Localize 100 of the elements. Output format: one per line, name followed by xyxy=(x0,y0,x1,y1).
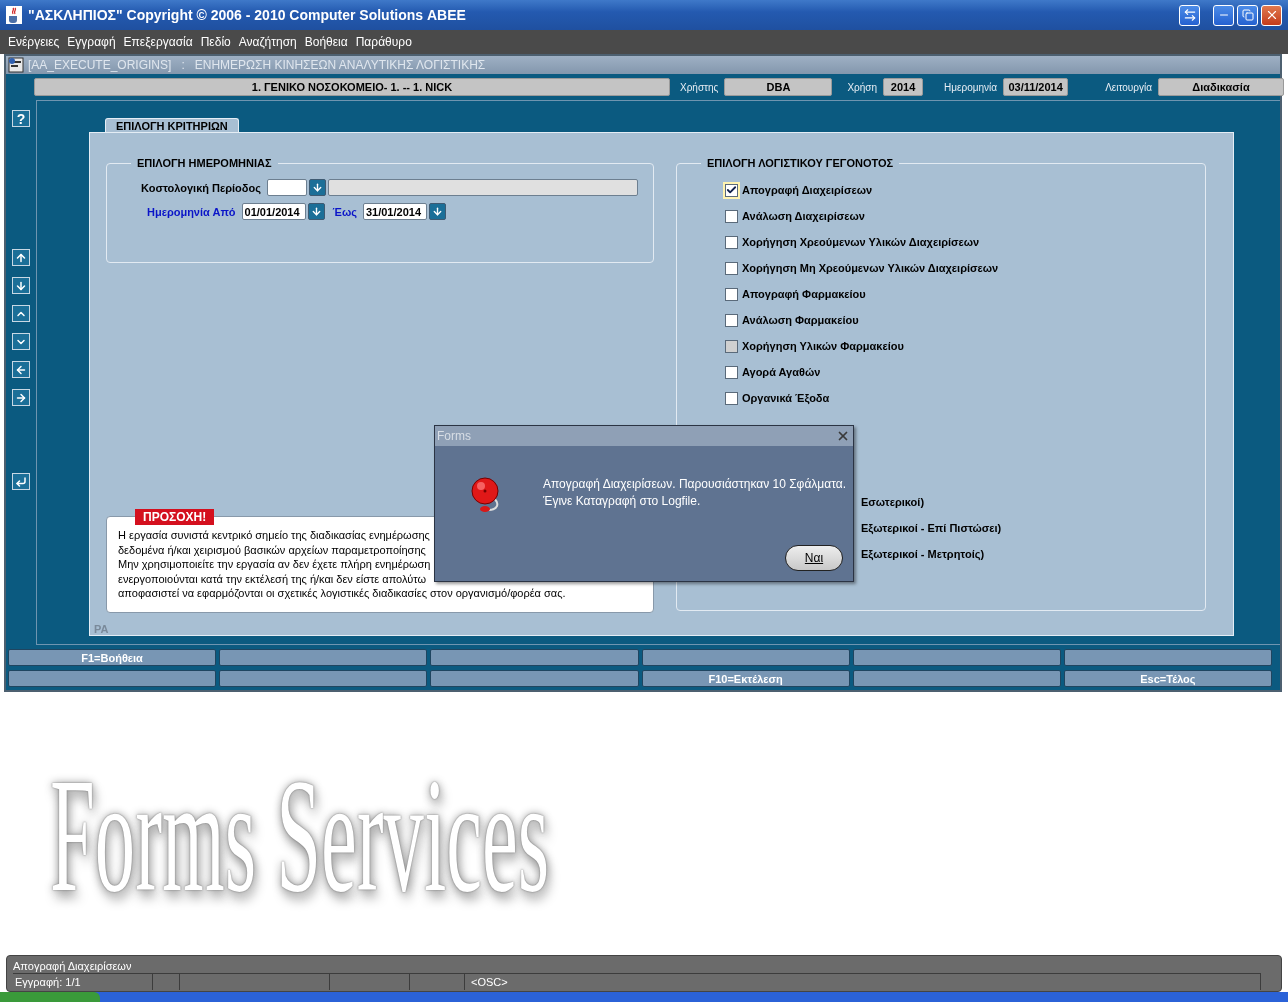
back-button[interactable] xyxy=(12,361,30,378)
check-icon xyxy=(726,184,737,196)
checkbox[interactable] xyxy=(725,365,738,379)
next-button[interactable] xyxy=(12,333,30,350)
forward-button[interactable] xyxy=(12,389,30,406)
arrow-left-icon xyxy=(15,363,27,376)
checkbox-label: Ανάλωση Διαχειρίσεων xyxy=(742,210,865,222)
arrow-down-icon xyxy=(310,206,322,217)
function-key-button[interactable] xyxy=(219,670,428,687)
field-label: Κοστολογική Περίοδος xyxy=(141,181,261,194)
form-title: [AA_EXECUTE_ORIGINS] : ΕΝΗΜΕΡΩΣΗ ΚΙΝΗΣΕΩΝ ΑΝΑΛΥΤΙΚΗΣ ΛΟΓΙΣΤΙΚΗΣ xyxy=(28,58,486,72)
period-field[interactable] xyxy=(266,179,307,196)
restore-icon xyxy=(1241,9,1254,21)
function-key-button[interactable] xyxy=(852,670,1061,687)
return-button[interactable] xyxy=(12,473,30,490)
return-arrow-icon xyxy=(15,475,27,488)
checkbox-label: Ανάλωση Φαρμακείου xyxy=(742,314,859,326)
yes-button[interactable]: Ναι xyxy=(785,545,843,571)
minimize-button[interactable] xyxy=(1213,4,1234,26)
date-field[interactable]: 01/01/2014 xyxy=(241,203,306,220)
function-key-button[interactable] xyxy=(641,649,850,666)
warning-badge: ΠΡΟΣΟΧΗ! xyxy=(135,509,215,525)
status-text: <OSC> xyxy=(465,974,1261,990)
dialog-title: Forms xyxy=(437,429,471,443)
arrow-down-icon xyxy=(431,206,443,217)
value-field: 03/11/2014 xyxy=(1003,78,1069,96)
menu-item[interactable]: Παράθυρο xyxy=(351,35,416,49)
close-icon xyxy=(836,429,850,443)
checkbox[interactable] xyxy=(725,287,738,301)
checkbox-label: Απογραφή Διαχειρίσεων xyxy=(742,184,873,196)
form-icon xyxy=(8,57,24,73)
checkbox[interactable] xyxy=(725,391,738,405)
field-label: Λειτουργία xyxy=(1105,81,1152,93)
help-button[interactable]: ? xyxy=(12,110,30,127)
checkbox[interactable] xyxy=(725,261,738,275)
checkbox[interactable] xyxy=(725,313,738,327)
dialog-message: Έγινε Καταγραφή στο Logfile. xyxy=(543,493,701,510)
checkbox-label: Αγορά Αγαθών xyxy=(742,366,821,378)
warning-text: αποφασιστεί να εφαρμόζονται οι σχετικές λογιστικές διαδικασίες στον οργανισμό/φορέα σας. xyxy=(118,586,566,601)
window-title: "ΑΣΚΛΗΠΙΟΣ" Copyright © 2006 - 2010 Computer Solutions ΑΒΕΕ xyxy=(28,7,466,23)
menu-item[interactable]: Πεδίο xyxy=(196,35,235,49)
value-field: DBA xyxy=(724,78,833,96)
double-arrow-icon xyxy=(1182,8,1197,22)
status-text: Εγγραφή: 1/1 xyxy=(13,974,153,990)
warning-text: δεδομένα ή/και χειρισμού βασικών αρχείων παραμετροποίησης xyxy=(118,542,426,557)
function-key-button[interactable] xyxy=(8,670,217,687)
status-message: Απογραφή Διαχειρίσεων xyxy=(13,958,1261,974)
warning-text: Μην χρησιμοποιείτε την εργασία αν δεν έχετε πλήρη ενημέρωση xyxy=(118,557,431,572)
warning-text: Η εργασία συνιστά κεντρικό σημείο της διαδικασίας ενημέρωσης xyxy=(118,528,430,543)
value-field: 2014 xyxy=(883,78,924,96)
checkbox-label: Χορήγηση Υλικών Φαρμακείου xyxy=(742,340,904,352)
menu-item[interactable]: Ενέργειες xyxy=(4,35,64,49)
menu-item[interactable]: Αναζήτηση xyxy=(234,35,301,49)
function-key-button[interactable] xyxy=(430,670,639,687)
group-title: ΕΠΙΛΟΓΗ ΛΟΓΙΣΤΙΚΟΥ ΓΕΓΟΝΟΤΟΣ xyxy=(706,157,895,169)
java-cup-icon xyxy=(6,6,22,24)
checkbox[interactable] xyxy=(725,183,738,197)
arrow-down-icon xyxy=(311,182,323,193)
checkbox-label: Εξωτερικοί - Μετρητοίς) xyxy=(861,548,985,560)
previous-button[interactable] xyxy=(12,305,30,322)
restore-button[interactable] xyxy=(1237,4,1258,26)
move-up-button[interactable] xyxy=(12,249,30,266)
checkbox-label: Εσωτερικοί) xyxy=(861,496,925,508)
value-field: Διαδικασία xyxy=(1158,78,1284,96)
list-button[interactable] xyxy=(308,179,326,196)
calendar-button[interactable] xyxy=(307,203,325,220)
function-key-button[interactable] xyxy=(219,649,428,666)
dialog-message: Απογραφή Διαχειρίσεων. Παρουσιάστηκαν 10 Σφάλματα. xyxy=(543,476,847,493)
checkbox-label: Εξωτερικοί - Επί Πιστώσει) xyxy=(861,522,1002,534)
organization-field: 1. ΓΕΝΙΚΟ ΝΟΣΟΚΟΜΕΙΟ- 1. -- 1. NICK xyxy=(34,78,670,96)
checkbox[interactable] xyxy=(725,235,738,249)
field-label: Έως xyxy=(332,205,357,218)
move-down-button[interactable] xyxy=(12,277,30,294)
function-key-button[interactable] xyxy=(430,649,639,666)
date-field[interactable]: 31/01/2014 xyxy=(362,203,427,220)
function-key-button[interactable] xyxy=(852,649,1061,666)
field-label: Χρήστης xyxy=(680,81,719,93)
start-button[interactable] xyxy=(0,992,100,1002)
calendar-button[interactable] xyxy=(428,203,446,220)
field-label: Ημερομηνία xyxy=(944,81,998,93)
function-key-button[interactable] xyxy=(1063,649,1272,666)
arrow-down-icon xyxy=(15,279,27,292)
menu-item[interactable]: Βοήθεια xyxy=(300,35,352,49)
warning-text: ενεργοποιούνται κατά την εκτέλεσή της ή/και δεν είστε απολύτω xyxy=(118,571,427,586)
arrow-right-icon xyxy=(15,391,27,404)
tab[interactable]: ΕΠΙΛΟΓΗ ΚΡΙΤΗΡΙΩΝ xyxy=(105,118,239,132)
checkbox-label: Απογραφή Φαρμακείου xyxy=(742,288,866,300)
arrow-up-icon xyxy=(15,251,27,264)
checkbox-label: Χορήγηση Χρεούμενων Υλικών Διαχειρίσεων xyxy=(742,236,980,248)
menu-item[interactable]: Εγγραφή xyxy=(63,35,120,49)
close-button[interactable] xyxy=(1261,4,1282,26)
region-label: PA xyxy=(94,623,109,635)
checkbox-label: Οργανικά Έξοδα xyxy=(742,392,830,404)
field-label: Ημερομηνία Από xyxy=(147,205,236,218)
menu-item[interactable]: Επεξεργασία xyxy=(119,35,197,49)
checkbox[interactable] xyxy=(725,209,738,223)
resize-button[interactable] xyxy=(1179,4,1200,26)
group-title: ΕΠΙΛΟΓΗ ΗΜΕΡΟΜΗΝΙΑΣ xyxy=(136,157,273,169)
field-label: Χρήση xyxy=(847,81,878,93)
checkbox-label: Χορήγηση Μη Χρεούμενων Υλικών Διαχειρίσεων xyxy=(742,262,999,274)
